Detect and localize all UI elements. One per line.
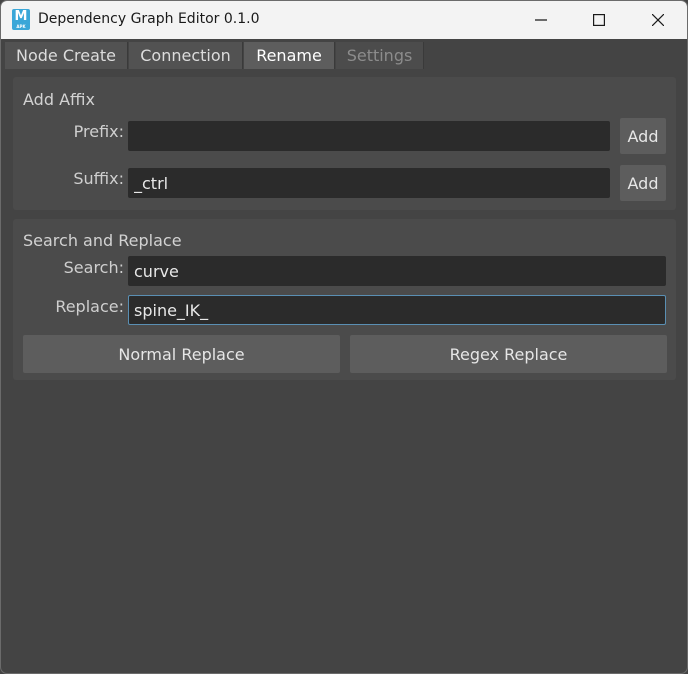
- prefix-add-button[interactable]: Add: [620, 118, 666, 154]
- regex-replace-button[interactable]: Regex Replace: [350, 335, 667, 373]
- suffix-add-button[interactable]: Add: [620, 165, 666, 201]
- maximize-icon: [593, 14, 605, 26]
- suffix-label: Suffix:: [73, 169, 124, 188]
- search-label: Search:: [63, 258, 124, 277]
- tab-settings: Settings: [336, 42, 424, 69]
- add-affix-title: Add Affix: [23, 90, 95, 109]
- prefix-input[interactable]: [128, 121, 610, 151]
- search-input[interactable]: [128, 256, 666, 286]
- replace-label: Replace:: [55, 297, 124, 316]
- minimize-button[interactable]: [512, 1, 570, 39]
- window-title: Dependency Graph Editor 0.1.0: [38, 11, 260, 27]
- close-icon: [652, 14, 664, 26]
- suffix-input[interactable]: [128, 168, 610, 198]
- search-replace-group: Search and Replace Search: Replace: Norm…: [13, 219, 676, 380]
- tab-bar: Node Create Connection Rename Settings: [1, 39, 687, 69]
- minimize-icon: [535, 19, 547, 21]
- search-replace-title: Search and Replace: [23, 231, 182, 250]
- add-affix-group: Add Affix Prefix: Add Suffix: Add: [13, 77, 676, 210]
- tab-node-create[interactable]: Node Create: [5, 42, 128, 69]
- app-window: M APK Dependency Graph Editor 0.1.0 Node…: [0, 0, 688, 674]
- tab-rename[interactable]: Rename: [244, 42, 335, 69]
- maximize-button[interactable]: [570, 1, 628, 39]
- tab-connection[interactable]: Connection: [129, 42, 243, 69]
- app-icon-subtext: APK: [16, 24, 26, 29]
- prefix-label: Prefix:: [73, 122, 124, 141]
- maya-app-icon: M APK: [12, 9, 30, 30]
- normal-replace-button[interactable]: Normal Replace: [23, 335, 340, 373]
- close-button[interactable]: [629, 1, 687, 39]
- replace-input[interactable]: [128, 295, 666, 325]
- title-bar[interactable]: M APK Dependency Graph Editor 0.1.0: [1, 1, 687, 39]
- app-icon-letter: M: [14, 9, 28, 24]
